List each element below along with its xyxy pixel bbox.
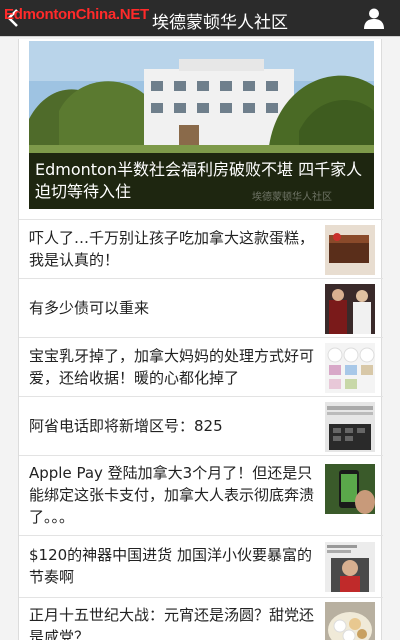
article-thumbnail: [325, 284, 375, 334]
list-item[interactable]: 正月十五世纪大战：元宵还是汤圆？甜党还是咸党？: [19, 597, 383, 640]
article-thumbnail: [325, 602, 375, 640]
list-item[interactable]: 宝宝乳牙掉了，加拿大妈妈的处理方式好可爱，还给收据！暖的心都化掉了: [19, 337, 383, 396]
article-title: Apple Pay 登陆加拿大3个月了！但还是只能绑定这张卡支付，加拿大人表示彻…: [29, 464, 315, 526]
article-thumbnail: [325, 464, 375, 514]
article-list-page: Edmonton半数社会福利房破败不堪 四千家人迫切等待入住 埃德蒙顿华人社区 …: [0, 36, 400, 640]
article-title: 吓人了…千万别让孩子吃加拿大这款蛋糕，我是认真的！: [29, 229, 315, 269]
article-thumbnail: [325, 343, 375, 393]
article-title: 有多少债可以重来: [29, 299, 150, 317]
featured-article[interactable]: Edmonton半数社会福利房破败不堪 四千家人迫切等待入住 埃德蒙顿华人社区: [29, 41, 374, 209]
top-navigation-bar: 埃德蒙顿华人社区 EdmontonChina.NET: [0, 0, 400, 36]
list-item[interactable]: Apple Pay 登陆加拿大3个月了！但还是只能绑定这张卡支付，加拿大人表示彻…: [19, 455, 383, 535]
list-item[interactable]: 有多少债可以重来: [19, 278, 383, 337]
profile-button[interactable]: [362, 6, 386, 30]
article-title: 正月十五世纪大战：元宵还是汤圆？甜党还是咸党？: [29, 606, 315, 640]
article-thumbnail: [325, 402, 375, 452]
article-thumbnail: [325, 542, 375, 592]
article-title: 宝宝乳牙掉了，加拿大妈妈的处理方式好可爱，还给收据！暖的心都化掉了: [29, 347, 315, 387]
person-icon: [364, 8, 384, 29]
source-watermark: 埃德蒙顿华人社区: [252, 192, 332, 203]
news-card: Edmonton半数社会福利房破败不堪 四千家人迫切等待入住 埃德蒙顿华人社区 …: [18, 39, 383, 640]
article-thumbnail: [325, 225, 375, 275]
list-item[interactable]: 吓人了…千万别让孩子吃加拿大这款蛋糕，我是认真的！: [19, 219, 383, 278]
article-title: 阿省电话即将新增区号：825: [29, 417, 223, 435]
list-item[interactable]: $120的神器中国进货 加国洋小伙要暴富的节奏啊: [19, 535, 383, 597]
site-watermark: EdmontonChina.NET: [4, 6, 149, 23]
list-item[interactable]: 阿省电话即将新增区号：825: [19, 396, 383, 455]
article-title: $120的神器中国进货 加国洋小伙要暴富的节奏啊: [29, 546, 312, 586]
